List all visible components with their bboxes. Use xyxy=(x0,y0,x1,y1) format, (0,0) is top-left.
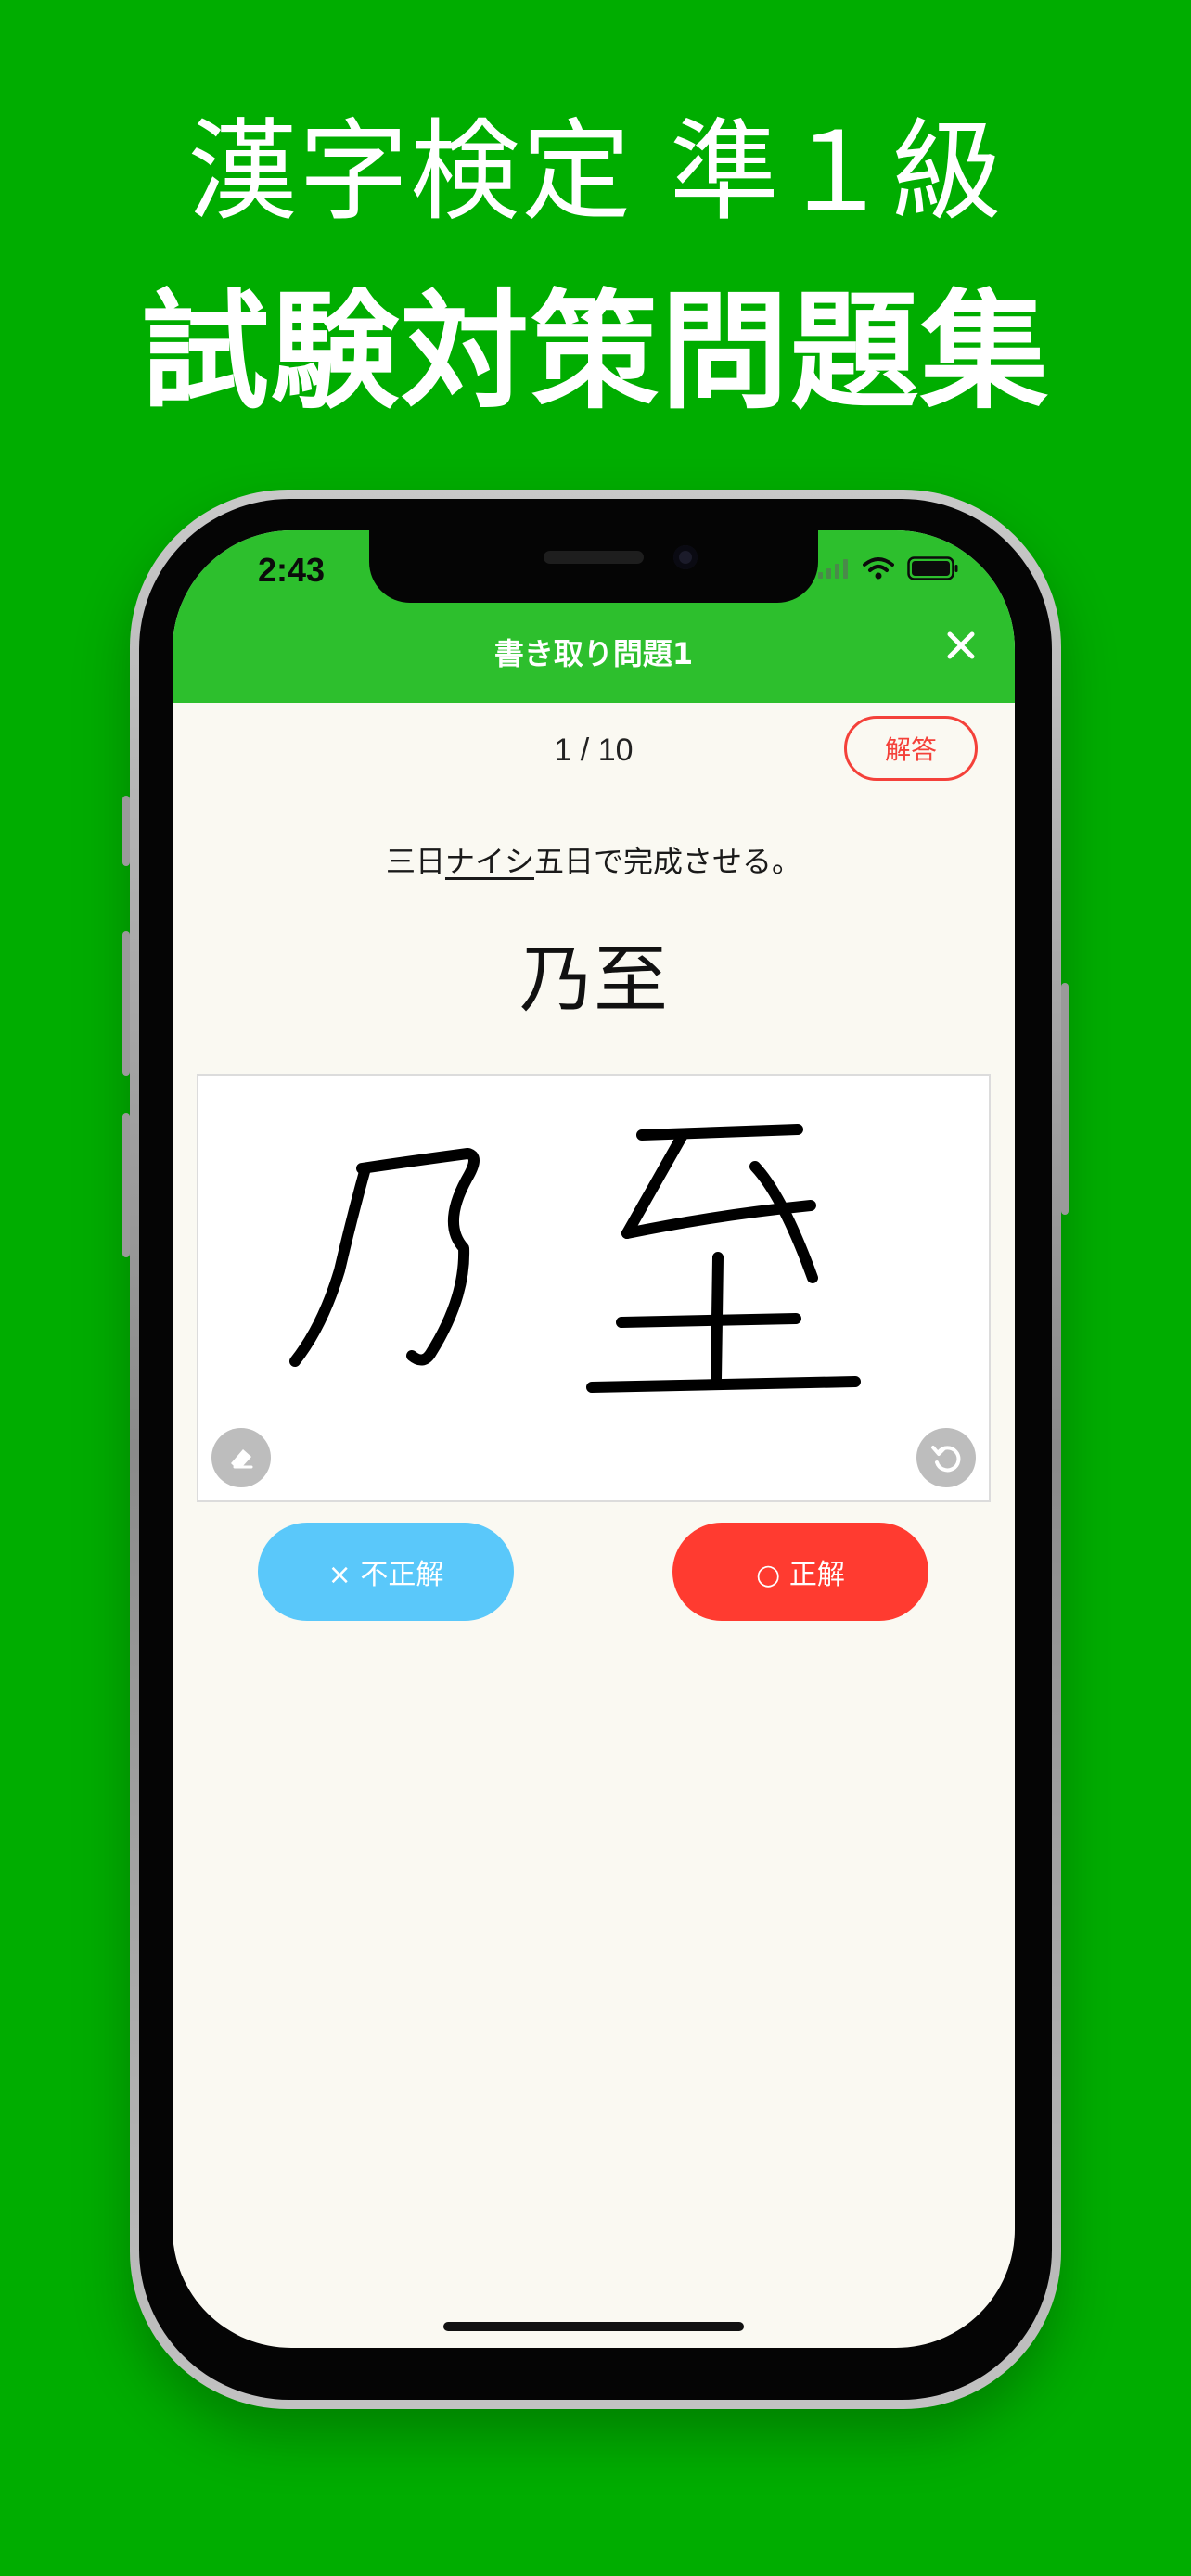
battery-icon xyxy=(907,556,959,584)
mark-correct-button[interactable]: ○ 正解 xyxy=(672,1523,928,1621)
volume-down-button xyxy=(122,1113,130,1257)
silent-switch xyxy=(122,796,130,866)
answer-kanji: 乃至 xyxy=(519,937,668,1023)
undo-button[interactable] xyxy=(916,1428,976,1487)
undo-icon xyxy=(931,1446,961,1473)
handwritten-strokes xyxy=(289,1124,861,1393)
volume-up-button xyxy=(122,931,130,1076)
home-indicator[interactable] xyxy=(443,2322,744,2331)
nav-title: 書き取り問題1 xyxy=(493,636,694,671)
mark-incorrect-button[interactable]: × 不正解 xyxy=(258,1523,514,1621)
notch xyxy=(369,530,818,603)
eraser-icon xyxy=(231,1449,253,1469)
close-button[interactable] xyxy=(935,619,987,671)
eraser-button[interactable] xyxy=(211,1428,271,1487)
question-text-after: 五日で完成させる。 xyxy=(534,844,802,879)
signal-icon xyxy=(818,558,850,582)
wifi-icon xyxy=(863,556,894,584)
power-button xyxy=(1061,983,1069,1215)
status-icons xyxy=(818,556,959,584)
promo-title-line2: 試験対策問題集 xyxy=(140,277,1050,427)
question-sentence: 三日ナイシ五日で完成させる。 xyxy=(173,838,1015,881)
handwriting-canvas[interactable] xyxy=(197,1074,991,1502)
question-text-before: 三日 xyxy=(385,844,445,879)
navigation-bar: 2:43 書き取り問題1 xyxy=(173,530,1015,703)
status-time: 2:43 xyxy=(258,551,326,589)
question-target-word: ナイシ xyxy=(444,844,534,879)
close-icon xyxy=(947,631,975,659)
promo-title-line1: 漢字検定 準１級 xyxy=(187,108,1004,236)
show-answer-button[interactable]: 解答 xyxy=(844,716,978,781)
speaker-grille xyxy=(544,551,644,564)
front-camera xyxy=(673,545,698,569)
app-screen: 2:43 書き取り問題1 1 / 10 解答 三日ナイシ五日で完成させる。 乃至… xyxy=(173,530,1015,2348)
